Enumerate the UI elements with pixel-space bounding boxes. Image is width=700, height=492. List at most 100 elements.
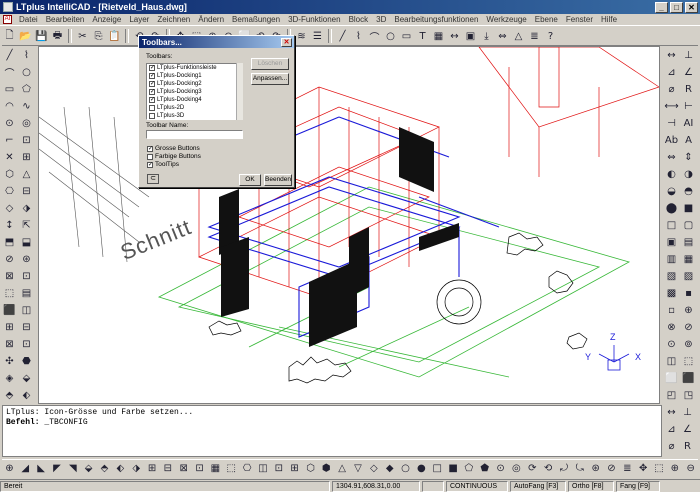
draw-tool-icon[interactable]: ◈ bbox=[2, 371, 17, 386]
menu-item[interactable]: 3D-Funktionen bbox=[284, 15, 344, 24]
draw-tool-icon[interactable]: ∿ bbox=[19, 99, 34, 114]
render-tool-icon[interactable]: ⟳ bbox=[525, 461, 540, 476]
render-tool-icon[interactable]: ● bbox=[414, 461, 429, 476]
block-icon[interactable]: ▣ bbox=[463, 29, 478, 44]
modify-tool-icon[interactable]: ▦ bbox=[681, 252, 696, 267]
command-input[interactable]: _TBCONFIG bbox=[44, 418, 87, 427]
modify-tool-icon[interactable]: ⊘ bbox=[681, 320, 696, 335]
menu-item[interactable]: Layer bbox=[125, 15, 153, 24]
option-row[interactable]: ✓ Grosse Buttons bbox=[147, 145, 200, 152]
menu-item[interactable]: Bemaßungen bbox=[228, 15, 284, 24]
render-tool-icon[interactable]: ⟲ bbox=[541, 461, 556, 476]
rect-icon[interactable]: ▭ bbox=[399, 29, 414, 44]
render-tool-icon[interactable]: ⊛ bbox=[588, 461, 603, 476]
toolbar-checkbox[interactable]: ✓ bbox=[149, 73, 155, 79]
modify-tool-icon[interactable]: ⊿ bbox=[664, 65, 679, 80]
render-tool-icon[interactable]: ◆ bbox=[382, 461, 397, 476]
toolbars-list-scrollbar[interactable] bbox=[236, 63, 243, 120]
render-tool-icon[interactable]: ⬚ bbox=[224, 461, 239, 476]
option-row[interactable]: ✓ ToolTips bbox=[147, 161, 179, 168]
open-icon[interactable]: 📂 bbox=[18, 29, 33, 44]
toolbar-list-item[interactable]: LTplus-3D bbox=[147, 112, 242, 119]
render-tool-icon[interactable]: ⬡ bbox=[303, 461, 318, 476]
toolbar-list-item[interactable]: ✓ LTplus-Docking2 bbox=[147, 80, 242, 88]
minimize-button[interactable]: _ bbox=[655, 1, 668, 13]
delete-button[interactable]: Löschen bbox=[251, 58, 289, 70]
modify-tool-icon[interactable]: ⊚ bbox=[681, 337, 696, 352]
render-tool-icon[interactable]: ⤾ bbox=[557, 461, 572, 476]
modify-tool-icon[interactable]: ▧ bbox=[664, 269, 679, 284]
render-tool-icon[interactable]: ⊡ bbox=[271, 461, 286, 476]
menu-item[interactable]: Anzeige bbox=[88, 15, 125, 24]
draw-tool-icon[interactable]: ⬚ bbox=[2, 286, 17, 301]
modify-tool-icon[interactable]: □ bbox=[664, 218, 679, 233]
draw-tool-icon[interactable]: ⬖ bbox=[19, 388, 34, 403]
draw-tool-icon[interactable]: ◫ bbox=[19, 303, 34, 318]
modify-tool-icon[interactable]: ▣ bbox=[664, 235, 679, 250]
draw-tool-icon[interactable]: ⬒ bbox=[2, 235, 17, 250]
render-tool-icon[interactable]: ⊕ bbox=[667, 461, 682, 476]
paste-icon[interactable]: 📋 bbox=[107, 29, 122, 44]
menu-item[interactable]: Zeichnen bbox=[153, 15, 194, 24]
menu-item[interactable]: Werkzeuge bbox=[482, 15, 530, 24]
render-tool-icon[interactable]: ⊞ bbox=[287, 461, 302, 476]
render-tool-icon[interactable]: ◤ bbox=[50, 461, 65, 476]
new-icon[interactable]: 🗋 bbox=[2, 29, 17, 44]
properties-icon[interactable]: ☰ bbox=[310, 29, 325, 44]
area-icon[interactable]: △ bbox=[511, 29, 526, 44]
status-linetype[interactable]: CONTINUOUS bbox=[446, 480, 508, 492]
option-checkbox[interactable]: ✓ bbox=[147, 161, 153, 168]
line-icon[interactable]: ╱ bbox=[335, 29, 350, 44]
render-tool-icon[interactable]: ⬢ bbox=[319, 461, 334, 476]
hatch-icon[interactable]: ▦ bbox=[431, 29, 446, 44]
render-tool-icon[interactable]: ⊟ bbox=[160, 461, 175, 476]
draw-tool-icon[interactable]: ⬗ bbox=[19, 201, 34, 216]
option-row[interactable]: Farbige Buttons bbox=[147, 153, 201, 160]
toolbar-list-item[interactable]: ✓ LTplus-Docking1 bbox=[147, 72, 242, 80]
status-fang[interactable]: Fang [F9] bbox=[616, 480, 660, 492]
cut-icon[interactable]: ✂ bbox=[75, 29, 90, 44]
modify-tool-icon[interactable]: ⊢ bbox=[681, 99, 696, 114]
print-icon[interactable]: 🖶 bbox=[50, 29, 65, 44]
draw-tool-icon[interactable]: △ bbox=[19, 167, 34, 182]
command-tool-icon[interactable]: ⊥ bbox=[680, 405, 695, 420]
render-tool-icon[interactable]: ◫ bbox=[256, 461, 271, 476]
draw-tool-icon[interactable]: ⬙ bbox=[19, 371, 34, 386]
modify-tool-icon[interactable]: ⬛ bbox=[681, 371, 696, 386]
draw-tool-icon[interactable]: ○ bbox=[19, 65, 34, 80]
modify-tool-icon[interactable]: ◰ bbox=[664, 388, 679, 403]
draw-tool-icon[interactable]: ⌒ bbox=[2, 65, 17, 80]
modify-tool-icon[interactable]: ▩ bbox=[664, 286, 679, 301]
toolbar-checkbox[interactable]: ✓ bbox=[149, 65, 155, 71]
render-tool-icon[interactable]: ⬘ bbox=[97, 461, 112, 476]
menu-item[interactable]: Block bbox=[345, 15, 373, 24]
draw-tool-icon[interactable]: ⊙ bbox=[2, 116, 17, 131]
modify-tool-icon[interactable]: ⬤ bbox=[664, 201, 679, 216]
help-icon[interactable]: ? bbox=[543, 29, 558, 44]
render-tool-icon[interactable]: ■ bbox=[446, 461, 461, 476]
draw-tool-icon[interactable]: ⊡ bbox=[19, 269, 34, 284]
draw-tool-icon[interactable]: ✕ bbox=[2, 150, 17, 165]
modify-tool-icon[interactable]: ↔ bbox=[664, 48, 679, 63]
render-tool-icon[interactable]: ◥ bbox=[65, 461, 80, 476]
modify-tool-icon[interactable]: ⊙ bbox=[664, 337, 679, 352]
draw-tool-icon[interactable]: ⊡ bbox=[19, 133, 34, 148]
modify-tool-icon[interactable]: ▤ bbox=[681, 235, 696, 250]
save-icon[interactable]: 💾 bbox=[34, 29, 49, 44]
draw-tool-icon[interactable]: ▭ bbox=[2, 82, 17, 97]
modify-tool-icon[interactable]: ◐ bbox=[664, 167, 679, 182]
modify-tool-icon[interactable]: ⟷ bbox=[664, 99, 679, 114]
modify-tool-icon[interactable]: ⊗ bbox=[664, 320, 679, 335]
render-tool-icon[interactable]: ◇ bbox=[366, 461, 381, 476]
render-tool-icon[interactable]: ⤿ bbox=[572, 461, 587, 476]
draw-tool-icon[interactable]: ⬡ bbox=[2, 167, 17, 182]
modify-tool-icon[interactable]: ■ bbox=[681, 201, 696, 216]
draw-tool-icon[interactable]: ⌐ bbox=[2, 133, 17, 148]
render-tool-icon[interactable]: ≣ bbox=[620, 461, 635, 476]
toolbar-name-field[interactable] bbox=[146, 130, 243, 139]
text-icon[interactable]: T bbox=[415, 29, 430, 44]
customize-button[interactable]: Anpassen... bbox=[251, 73, 289, 85]
render-tool-icon[interactable]: ⎔ bbox=[240, 461, 255, 476]
draw-tool-icon[interactable]: ⬠ bbox=[19, 82, 34, 97]
draw-tool-icon[interactable]: ↕ bbox=[2, 218, 17, 233]
